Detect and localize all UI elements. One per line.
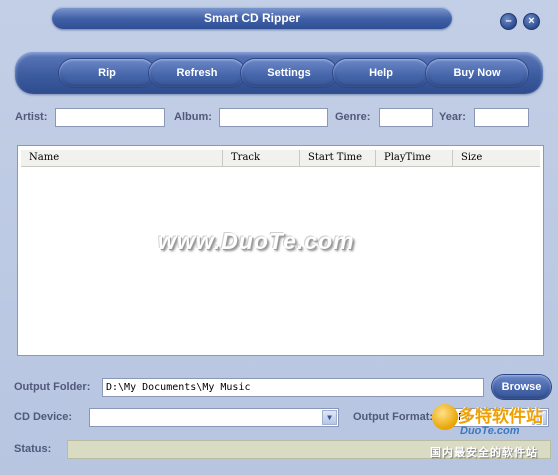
minimize-icon: – <box>505 15 512 27</box>
rip-button[interactable]: Rip <box>59 59 155 87</box>
help-button[interactable]: Help <box>333 59 429 87</box>
artist-input[interactable] <box>55 108 165 127</box>
output-format-select[interactable]: MP3 ▼ <box>448 408 549 427</box>
column-header-playtime[interactable]: PlayTime <box>376 150 453 166</box>
buy-now-button-label: Buy Now <box>453 67 501 79</box>
close-icon: × <box>528 15 535 27</box>
column-header-size[interactable]: Size <box>453 150 538 166</box>
column-header-start-time[interactable]: Start Time <box>300 150 376 166</box>
column-header-name[interactable]: Name <box>21 150 223 166</box>
album-input[interactable] <box>219 108 328 127</box>
refresh-button[interactable]: Refresh <box>149 59 245 87</box>
output-folder-input[interactable]: D:\My Documents\My Music <box>102 378 484 397</box>
close-button[interactable]: × <box>523 13 540 30</box>
year-input[interactable] <box>474 108 529 127</box>
watermark-text: www.DuoTe.com <box>158 228 355 254</box>
buy-now-button[interactable]: Buy Now <box>426 59 528 87</box>
title-bar[interactable]: Smart CD Ripper <box>52 7 452 29</box>
refresh-button-label: Refresh <box>176 67 218 79</box>
settings-button-label: Settings <box>267 67 311 79</box>
status-label: Status: <box>14 443 52 455</box>
column-header-track[interactable]: Track <box>223 150 300 166</box>
window-title: Smart CD Ripper <box>203 11 301 25</box>
chevron-down-icon[interactable]: ▼ <box>322 410 337 425</box>
output-format-label: Output Format: <box>353 411 434 423</box>
genre-input[interactable] <box>379 108 433 127</box>
cd-device-select[interactable]: ▼ <box>89 408 339 427</box>
artist-label: Artist: <box>15 111 48 123</box>
chevron-down-icon[interactable]: ▼ <box>532 410 547 425</box>
status-field <box>67 440 551 459</box>
genre-label: Genre: <box>335 111 371 123</box>
track-list[interactable]: Name Track Start Time PlayTime Size www.… <box>17 145 544 356</box>
track-list-header: Name Track Start Time PlayTime Size <box>21 150 540 167</box>
minimize-button[interactable]: – <box>500 13 517 30</box>
browse-button[interactable]: Browse <box>492 375 551 399</box>
output-folder-label: Output Folder: <box>14 381 91 393</box>
output-format-value: MP3 <box>452 412 471 423</box>
year-label: Year: <box>439 111 466 123</box>
toolbar: Rip Refresh Settings Help Buy Now <box>15 52 543 94</box>
browse-button-label: Browse <box>501 381 542 393</box>
help-button-label: Help <box>369 67 393 79</box>
album-label: Album: <box>174 111 212 123</box>
rip-button-label: Rip <box>98 67 116 79</box>
settings-button[interactable]: Settings <box>241 59 337 87</box>
cd-device-label: CD Device: <box>14 411 73 423</box>
app-window: Smart CD Ripper – × Rip Refresh Settings… <box>0 0 558 475</box>
